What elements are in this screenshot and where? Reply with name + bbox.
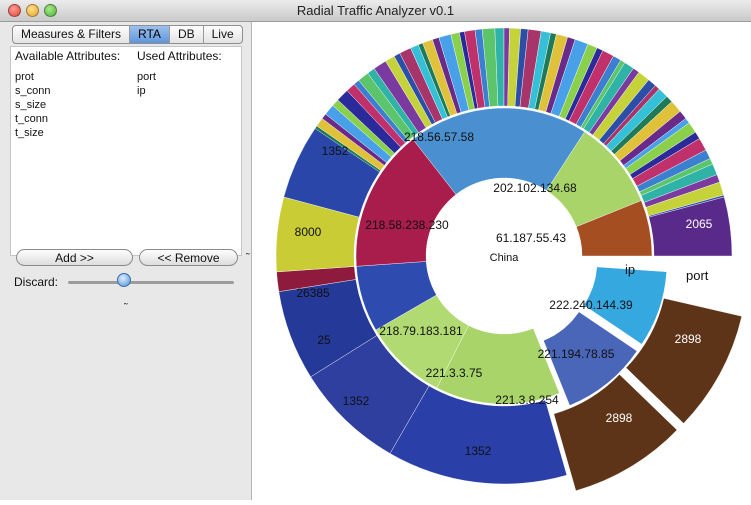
ip-ring-label: ip xyxy=(625,262,635,277)
used-attributes-header: Used Attributes: xyxy=(137,49,222,63)
resize-handle-icon[interactable]: ˜ xyxy=(124,302,128,314)
port-label: 8000 xyxy=(295,225,322,239)
list-item[interactable]: port xyxy=(137,70,222,84)
list-item[interactable]: t_size xyxy=(15,126,120,140)
port-label: 1352 xyxy=(343,394,370,408)
list-item[interactable]: s_conn xyxy=(15,84,120,98)
discard-slider-track[interactable] xyxy=(68,281,234,284)
ip-label: 221.3.8.254 xyxy=(495,393,559,407)
port-label: 25 xyxy=(317,333,331,347)
port-label: 26385 xyxy=(296,286,330,300)
port-label: 2065 xyxy=(686,217,713,231)
tab-db[interactable]: DB xyxy=(168,26,203,43)
ip-label: 221.194.78.85 xyxy=(538,347,615,361)
available-attributes-column: Available Attributes: prot s_conn s_size… xyxy=(15,47,120,140)
center-label: China xyxy=(490,252,520,264)
used-attributes-column: Used Attributes: port ip xyxy=(137,47,222,98)
attribute-lists: Available Attributes: prot s_conn s_size… xyxy=(10,46,242,256)
port-label: 2898 xyxy=(606,411,633,425)
discard-label: Discard: xyxy=(14,275,59,289)
available-attributes-list: prot s_conn s_size t_conn t_size xyxy=(15,70,120,140)
ip-label: 218.56.57.58 xyxy=(404,130,474,144)
add-attribute-button[interactable]: Add >> xyxy=(16,249,133,266)
split-handle-icon[interactable]: ˜ xyxy=(246,252,250,264)
port-label: 2898 xyxy=(675,332,702,346)
chart-area: China 218.56.57.58 202.102.134.68 61.187.5… xyxy=(253,22,751,500)
remove-attribute-button[interactable]: << Remove xyxy=(139,249,238,266)
ip-label: 221.3.3.75 xyxy=(426,366,483,380)
ip-label: 202.102.134.68 xyxy=(493,181,577,195)
tab-live[interactable]: Live xyxy=(202,26,242,43)
list-item[interactable]: t_conn xyxy=(15,112,120,126)
list-item[interactable]: prot xyxy=(15,70,120,84)
port-label: 1352 xyxy=(322,144,349,158)
list-item[interactable]: ip xyxy=(137,84,222,98)
side-panel: Measures & Filters RTA DB Live Available… xyxy=(0,22,252,500)
port-label: 1352 xyxy=(465,444,492,458)
tab-rta[interactable]: RTA xyxy=(129,26,169,43)
tab-measures-filters[interactable]: Measures & Filters xyxy=(13,26,129,43)
discard-slider-thumb[interactable] xyxy=(117,273,131,287)
ip-label: 61.187.55.43 xyxy=(496,231,566,245)
radial-chart[interactable]: China 218.56.57.58 202.102.134.68 61.187.5… xyxy=(253,22,751,500)
available-attributes-header: Available Attributes: xyxy=(15,49,121,63)
tab-bar: Measures & Filters RTA DB Live xyxy=(12,25,243,44)
title-bar: Radial Traffic Analyzer v0.1 xyxy=(0,0,751,22)
port-ring-label: port xyxy=(686,268,709,283)
used-attributes-list: port ip xyxy=(137,70,222,98)
ip-label: 218.58.238.230 xyxy=(365,218,449,232)
ip-label: 222.240.144.39 xyxy=(549,298,633,312)
window-title: Radial Traffic Analyzer v0.1 xyxy=(296,3,455,18)
list-item[interactable]: s_size xyxy=(15,98,120,112)
ip-label: 218.79.183.181 xyxy=(379,324,463,338)
